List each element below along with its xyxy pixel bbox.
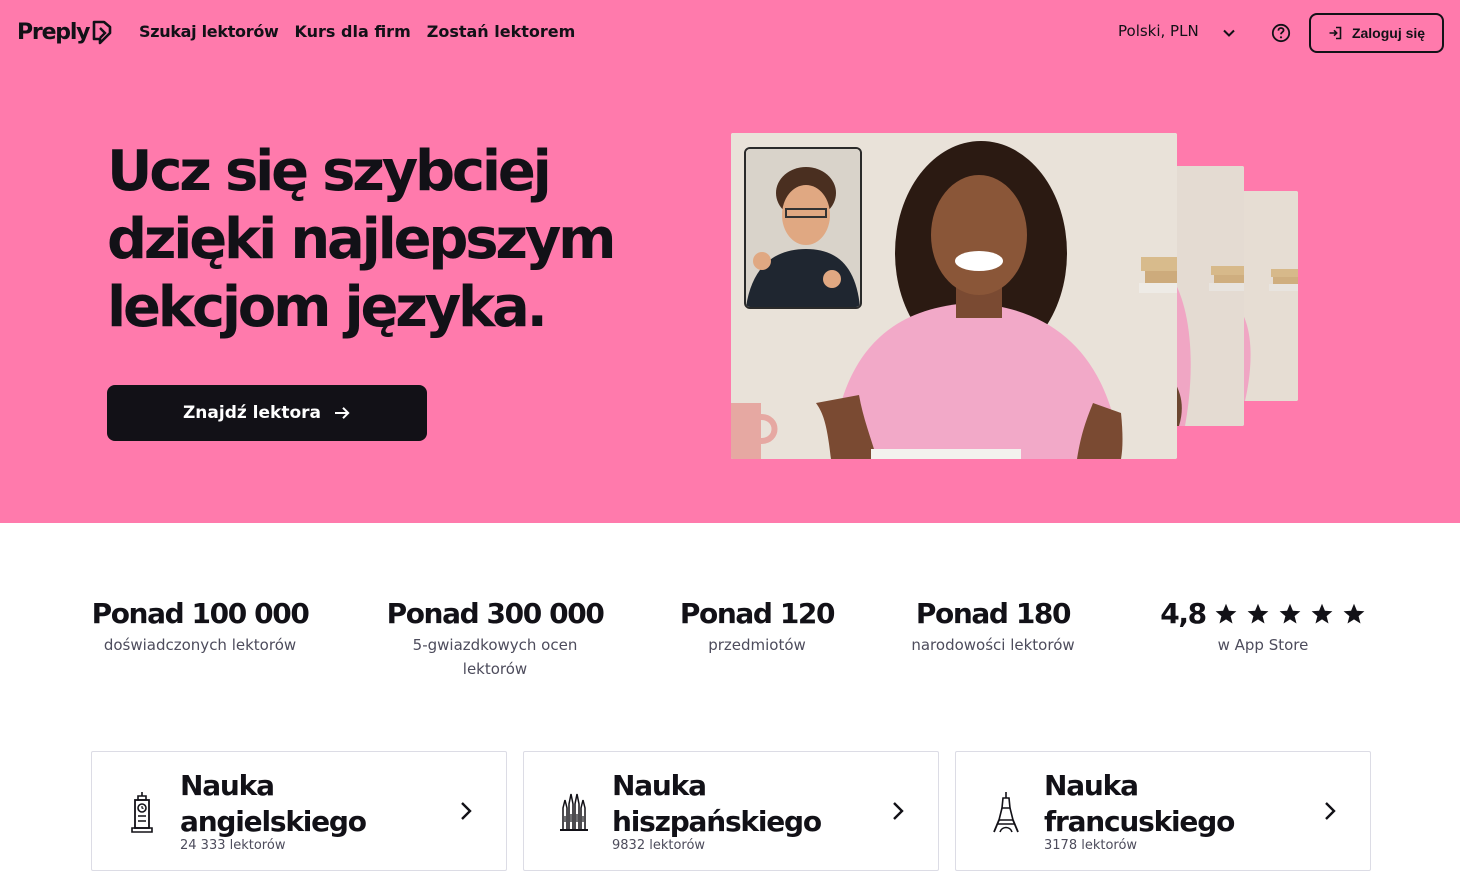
chevron-down-icon[interactable]	[1222, 26, 1236, 40]
nav-link-become-tutor[interactable]: Zostań lektorem	[427, 22, 576, 41]
stat-value: Ponad 300 000	[386, 597, 605, 630]
course-title: Nauka hiszpańskiego	[612, 768, 822, 840]
stat-nationalities: Ponad 180 narodowości lektorów	[893, 597, 1093, 657]
hero-section: Preply Szukaj lektorów Kurs dla firm Zos…	[0, 0, 1460, 523]
preply-logo-icon	[93, 20, 112, 45]
tutor-video-frame	[731, 133, 1177, 459]
tutor-count: 3178 lektorów	[1044, 838, 1138, 853]
stat-value: Ponad 120	[679, 597, 836, 630]
stat-label: doświadczonych lektorów	[103, 636, 297, 654]
stat-label: 5-gwiazdkowych ocen lektorów	[412, 636, 578, 678]
course-title: Nauka francuskiego	[1044, 768, 1235, 840]
find-tutor-button[interactable]: Znajdź lektora	[107, 385, 427, 441]
big-ben-icon	[131, 792, 153, 833]
rating-row: 4,8	[1158, 597, 1368, 631]
course-title-line-1: Nauka	[612, 769, 707, 802]
tutor-count: 9832 lektorów	[612, 838, 706, 853]
course-title-line-1: Nauka	[1044, 769, 1139, 802]
hero-headline: Ucz się szybciej dzięki najlepszym lekcj…	[107, 138, 667, 342]
student-video-thumbnail	[744, 147, 862, 309]
background-photo-card	[1241, 191, 1298, 401]
headline-line-1: Ucz się szybciej	[107, 139, 552, 204]
chevron-right-icon	[893, 802, 904, 820]
course-title-line-2: hiszpańskiego	[612, 805, 822, 838]
stat-label: w App Store	[1217, 636, 1309, 654]
language-currency-selector[interactable]: Polski, PLN	[1118, 22, 1199, 40]
nav-link-corporate-course[interactable]: Kurs dla firm	[295, 22, 411, 41]
rating-stars	[1214, 602, 1366, 626]
headline-line-2: dzięki najlepszym	[107, 207, 616, 272]
top-navigation: Preply Szukaj lektorów Kurs dla firm Zos…	[0, 0, 1460, 66]
star-icon	[1343, 603, 1365, 624]
star-icon	[1279, 603, 1301, 624]
find-tutor-label: Znajdź lektora	[182, 403, 322, 423]
course-card-french[interactable]: Nauka francuskiego 3178 lektorów	[955, 751, 1371, 871]
logo-wordmark: Preply	[17, 19, 91, 45]
course-title-line-1: Nauka	[180, 769, 275, 802]
stat-value: Ponad 180	[915, 597, 1072, 630]
sign-in-icon	[1329, 26, 1342, 40]
nav-links: Szukaj lektorów Kurs dla firm Zostań lek…	[139, 22, 575, 41]
stat-label: przedmiotów	[708, 636, 806, 654]
stat-value: 4,8	[1160, 597, 1207, 630]
nav-link-find-tutors[interactable]: Szukaj lektorów	[139, 22, 279, 41]
arrow-right-icon	[335, 407, 350, 419]
sagrada-familia-icon	[560, 793, 588, 831]
tutor-count: 24 333 lektorów	[180, 838, 286, 853]
chevron-right-icon	[1325, 802, 1336, 820]
course-title-line-2: francuskiego	[1044, 805, 1235, 838]
hero-video-lesson-image	[731, 133, 1301, 463]
stat-value: Ponad 100 000	[91, 597, 310, 630]
stat-reviews: Ponad 300 000 5-gwiazdkowych ocen lektor…	[385, 597, 605, 681]
language-currency-label: Polski, PLN	[1118, 22, 1199, 40]
star-icon	[1311, 603, 1333, 624]
help-icon[interactable]	[1271, 23, 1291, 43]
background-photo-card	[1171, 166, 1244, 426]
eiffel-tower-icon	[993, 792, 1019, 833]
login-label: Zaloguj się	[1351, 25, 1426, 41]
course-card-english[interactable]: Nauka angielskiego 24 333 lektorów	[91, 751, 507, 871]
preply-logo[interactable]: Preply	[17, 17, 113, 47]
stat-subjects: Ponad 120 przedmiotów	[668, 597, 846, 657]
chevron-right-icon	[461, 802, 472, 820]
stat-tutors: Ponad 100 000 doświadczonych lektorów	[90, 597, 310, 657]
star-icon	[1215, 603, 1237, 624]
star-icon	[1247, 603, 1269, 624]
course-card-spanish[interactable]: Nauka hiszpańskiego 9832 lektorów	[523, 751, 939, 871]
course-title-line-2: angielskiego	[180, 805, 367, 838]
stat-app-store-rating: 4,8 w App Store	[1158, 597, 1368, 657]
login-button[interactable]: Zaloguj się	[1309, 13, 1444, 53]
headline-line-3: lekcjom języka.	[107, 275, 548, 340]
stat-label: narodowości lektorów	[911, 636, 1075, 654]
course-title: Nauka angielskiego	[180, 768, 367, 840]
